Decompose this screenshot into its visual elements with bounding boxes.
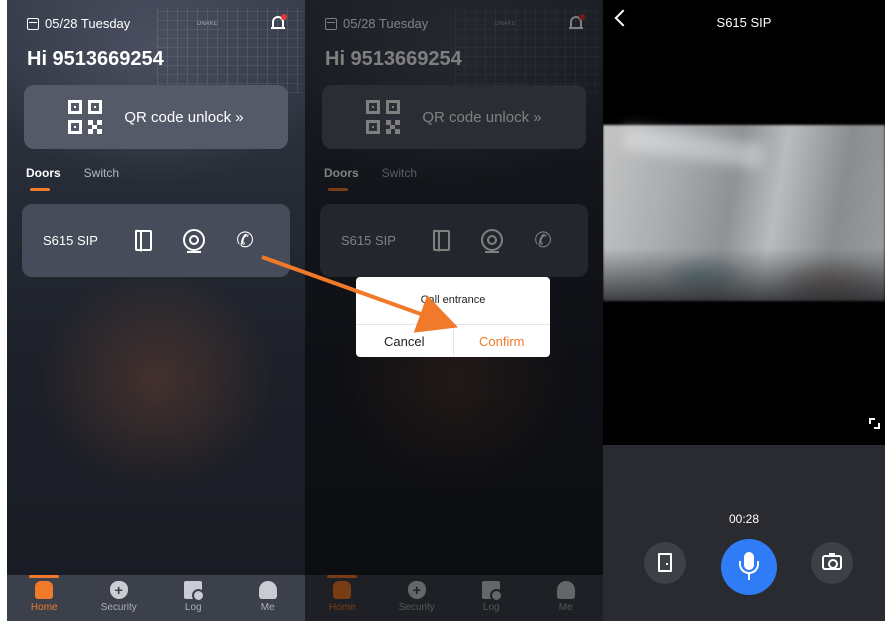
- door-card: S615 SIP ✆: [22, 204, 290, 277]
- date-row: 05/28 Tuesday: [27, 16, 130, 31]
- door-unlock-icon[interactable]: [132, 229, 156, 253]
- call-title: S615 SIP: [716, 15, 772, 30]
- fullscreen-icon[interactable]: [869, 418, 880, 429]
- call-confirm-screen: DNAKE 05/28 Tuesday Hi 9513669254 QR cod…: [305, 0, 603, 621]
- dialog-title: Call entrance: [420, 294, 486, 306]
- video-feed: [603, 125, 885, 301]
- call-entrance-dialog: Call entrance Cancel Confirm: [356, 277, 550, 357]
- tab-bar: Doors Switch: [26, 166, 119, 191]
- call-screen: S615 SIP 00:28: [603, 0, 885, 621]
- call-timer: 00:28: [728, 512, 760, 526]
- nav-security[interactable]: Security: [89, 581, 149, 613]
- brand-logo: DNAKE: [197, 21, 218, 27]
- nav-log-label: Log: [184, 602, 202, 613]
- phone-call-icon[interactable]: ✆: [233, 229, 257, 253]
- video-glare: [622, 125, 764, 169]
- snapshot-button[interactable]: [811, 542, 853, 584]
- tab-doors[interactable]: Doors: [26, 166, 61, 191]
- qr-unlock-label: QR code unlock »: [124, 108, 244, 126]
- nav-security-label: Security: [100, 602, 137, 613]
- calendar-icon: [27, 17, 39, 30]
- greeting: Hi 9513669254: [27, 48, 164, 70]
- door-icon: [658, 553, 672, 572]
- camera-monitor-icon[interactable]: [182, 229, 206, 253]
- camera-icon: [822, 553, 842, 570]
- shield-icon: [109, 581, 128, 599]
- nav-me[interactable]: Me: [238, 581, 298, 613]
- door-name: S615 SIP: [43, 233, 98, 248]
- home-icon: [35, 581, 54, 599]
- tab-switch[interactable]: Switch: [84, 166, 119, 180]
- date-label: 05/28 Tuesday: [45, 16, 131, 31]
- qr-unlock-button[interactable]: QR code unlock »: [24, 85, 288, 149]
- dialog-buttons: Cancel Confirm: [356, 324, 550, 357]
- nav-log[interactable]: Log: [163, 581, 223, 613]
- nav-home[interactable]: Home: [14, 575, 74, 613]
- cancel-button[interactable]: Cancel: [356, 325, 454, 357]
- confirm-button[interactable]: Confirm: [454, 325, 551, 357]
- qr-code-icon: [68, 100, 103, 134]
- bottom-nav: Home Security Log Me: [7, 575, 305, 621]
- profile-icon: [258, 581, 277, 599]
- microphone-button[interactable]: [721, 539, 777, 595]
- call-controls: 00:28: [603, 445, 885, 621]
- nav-me-label: Me: [260, 602, 275, 613]
- nav-home-label: Home: [30, 602, 58, 613]
- notification-bell-icon[interactable]: [271, 14, 287, 31]
- log-icon: [184, 581, 206, 602]
- unlock-door-button[interactable]: [644, 542, 686, 584]
- home-screen: DNAKE 05/28 Tuesday Hi 9513669254 QR cod…: [7, 0, 305, 621]
